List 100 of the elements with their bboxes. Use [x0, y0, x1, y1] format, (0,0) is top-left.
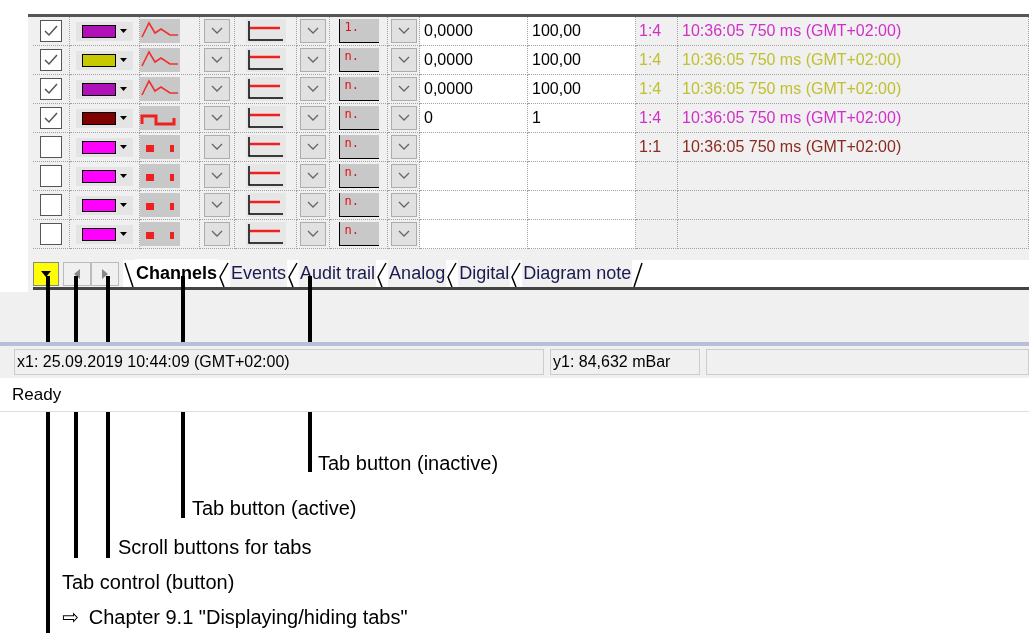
checkbox[interactable] — [40, 78, 62, 100]
color-picker[interactable] — [76, 50, 133, 70]
dropdown-button[interactable] — [390, 48, 417, 72]
check-icon — [44, 112, 58, 124]
dropdown-button[interactable] — [300, 222, 326, 246]
callout-label: Tab control (button) — [62, 570, 235, 594]
checkbox[interactable] — [40, 165, 62, 187]
dropdown-button[interactable] — [390, 19, 417, 43]
scroll-right-button[interactable] — [91, 261, 119, 286]
dropdown-button[interactable] — [204, 135, 230, 159]
chevron-icon — [211, 201, 223, 209]
checkbox[interactable] — [40, 49, 62, 71]
dropdown-button[interactable] — [300, 193, 326, 217]
chevron-icon — [211, 114, 223, 122]
tab-divider — [446, 261, 459, 287]
color-picker[interactable] — [76, 195, 133, 215]
color-picker[interactable] — [76, 224, 133, 244]
color-picker[interactable] — [76, 21, 133, 41]
checkbox[interactable] — [40, 223, 62, 245]
dropdown-button[interactable] — [300, 164, 326, 188]
chevron-icon — [211, 172, 223, 180]
curve-type-icon — [140, 19, 180, 43]
chevron-icon — [307, 201, 319, 209]
check-icon — [44, 25, 58, 37]
dropdown-button[interactable] — [390, 106, 417, 130]
chevron-icon — [307, 114, 319, 122]
checkbox[interactable] — [40, 136, 62, 158]
table-cell: 1:4 — [636, 17, 678, 46]
dropdown-button[interactable] — [204, 164, 230, 188]
color-picker[interactable] — [76, 79, 133, 99]
axis-label: n. — [344, 78, 359, 92]
tab[interactable]: Diagram note — [522, 259, 633, 287]
chevron-icon — [397, 27, 410, 35]
tab[interactable]: Events — [230, 259, 288, 287]
tab[interactable]: Digital — [458, 259, 511, 287]
table-cell: 0,0000 — [420, 17, 528, 46]
dropdown-button[interactable] — [300, 106, 326, 130]
curve-type-icon — [140, 164, 180, 188]
caret-icon — [120, 174, 127, 178]
chevron-icon — [307, 143, 319, 151]
callout-label: Scroll buttons for tabs — [118, 535, 312, 559]
callout-label: Chapter 9.1 "Displaying/hiding tabs" — [88, 605, 408, 629]
table-cell — [636, 220, 678, 249]
chevron-icon — [307, 172, 319, 180]
dropdown-button[interactable] — [204, 19, 230, 43]
check-icon — [44, 54, 58, 66]
dropdown-button[interactable] — [300, 48, 326, 72]
line-style-icon — [245, 193, 286, 217]
scroll-left-button[interactable] — [63, 261, 91, 286]
color-picker[interactable] — [76, 166, 133, 186]
line-style-icon — [245, 135, 286, 159]
line-style-icon — [245, 77, 286, 101]
chevron-icon — [397, 143, 410, 151]
color-picker[interactable] — [76, 137, 133, 157]
table-cell: 1:4 — [636, 104, 678, 133]
chevron-icon — [307, 56, 319, 64]
tab[interactable]: Audit trail — [299, 259, 377, 287]
tab-divider — [287, 261, 300, 287]
axis-label: n. — [344, 107, 359, 121]
left-arrow-icon — [74, 268, 80, 279]
checkbox[interactable] — [40, 107, 62, 129]
table-cell: 1:4 — [636, 75, 678, 104]
callout-label: Tab button (inactive) — [318, 451, 499, 475]
table-cell: 10:36:05 750 ms (GMT+02:00) — [678, 133, 1029, 162]
dropdown-button[interactable] — [390, 164, 417, 188]
dropdown-button[interactable] — [204, 77, 230, 101]
dropdown-button[interactable] — [390, 135, 417, 159]
dropdown-button[interactable] — [204, 193, 230, 217]
dropdown-button[interactable] — [300, 77, 326, 101]
axis-label: 1. — [344, 20, 359, 34]
dropdown-button[interactable] — [204, 222, 230, 246]
table-cell: 10:36:05 750 ms (GMT+02:00) — [678, 46, 1029, 75]
dropdown-button[interactable] — [390, 222, 417, 246]
chevron-icon — [307, 27, 319, 35]
dropdown-button[interactable] — [204, 48, 230, 72]
curve-type-icon — [140, 135, 180, 159]
axis-label: n. — [344, 194, 359, 208]
caret-icon — [120, 145, 127, 149]
dropdown-button[interactable] — [300, 19, 326, 43]
checkbox[interactable] — [40, 194, 62, 216]
tab-menu-button[interactable] — [33, 261, 59, 286]
dropdown-button[interactable] — [204, 106, 230, 130]
tab-divider — [632, 261, 645, 287]
curve-type-icon — [140, 106, 180, 130]
color-picker[interactable] — [76, 108, 133, 128]
table-cell: 100,00 — [528, 75, 636, 104]
chevron-icon — [397, 201, 410, 209]
line-style-icon — [245, 106, 286, 130]
dropdown-button[interactable] — [300, 135, 326, 159]
table-cell: 10:36:05 750 ms (GMT+02:00) — [678, 104, 1029, 133]
checkbox[interactable] — [40, 20, 62, 42]
caret-icon — [120, 116, 127, 120]
status-message: Ready — [12, 383, 62, 406]
table-cell: 1:1 — [636, 133, 678, 162]
tab[interactable]: Analog — [388, 259, 447, 287]
curve-type-icon — [140, 193, 180, 217]
curve-type-icon — [140, 222, 180, 246]
chevron-icon — [211, 56, 223, 64]
dropdown-button[interactable] — [390, 193, 417, 217]
dropdown-button[interactable] — [390, 77, 417, 101]
